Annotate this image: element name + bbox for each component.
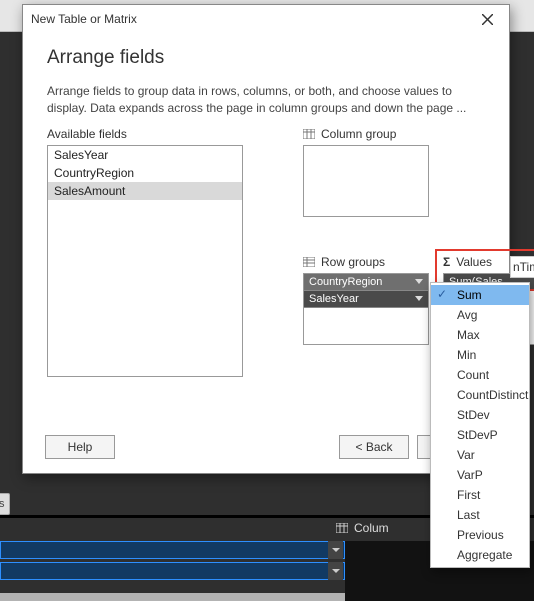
field-chip[interactable]: SalesYear bbox=[304, 291, 428, 308]
background-field-row-1[interactable] bbox=[0, 541, 345, 559]
menu-item-count[interactable]: Count bbox=[431, 365, 529, 385]
background-field-dropdown-1[interactable] bbox=[328, 541, 343, 559]
background-column-label: Colum bbox=[336, 521, 389, 535]
chevron-down-icon bbox=[415, 296, 423, 301]
back-button[interactable]: < Back bbox=[339, 435, 409, 459]
list-item[interactable]: SalesAmount bbox=[48, 182, 242, 200]
menu-item-last[interactable]: Last bbox=[431, 505, 529, 525]
menu-item-varp[interactable]: VarP bbox=[431, 465, 529, 485]
row-groups-box[interactable]: CountryRegion SalesYear bbox=[303, 273, 429, 345]
background-peek: nTime bbox=[510, 256, 534, 278]
available-fields-list[interactable]: SalesYear CountryRegion SalesAmount bbox=[47, 145, 243, 377]
window-title: New Table or Matrix bbox=[31, 12, 137, 26]
menu-item-min[interactable]: Min bbox=[431, 345, 529, 365]
menu-item-var[interactable]: Var bbox=[431, 445, 529, 465]
values-label: Σ Values bbox=[443, 255, 492, 269]
menu-item-countdistinct[interactable]: CountDistinct bbox=[431, 385, 529, 405]
column-groups-label: Column group bbox=[303, 127, 396, 141]
menu-item-max[interactable]: Max bbox=[431, 325, 529, 345]
row-groups-label: Row groups bbox=[303, 255, 385, 269]
close-icon bbox=[482, 14, 493, 25]
table-icon bbox=[336, 523, 348, 533]
available-fields-label: Available fields bbox=[47, 127, 243, 141]
column-groups-box[interactable] bbox=[303, 145, 429, 217]
menu-item-first[interactable]: First bbox=[431, 485, 529, 505]
aggregate-menu: Sum Avg Max Min Count CountDistinct StDe… bbox=[430, 282, 530, 568]
menu-item-avg[interactable]: Avg bbox=[431, 305, 529, 325]
step-heading: Arrange fields bbox=[47, 47, 485, 69]
background-field-dropdown-2[interactable] bbox=[328, 562, 343, 580]
list-item[interactable]: SalesYear bbox=[48, 146, 242, 164]
menu-item-aggregate[interactable]: Aggregate bbox=[431, 545, 529, 565]
background-tab[interactable]: s bbox=[0, 493, 10, 515]
title-bar: New Table or Matrix bbox=[23, 5, 509, 33]
menu-item-stdevp[interactable]: StDevP bbox=[431, 425, 529, 445]
field-chip[interactable]: CountryRegion bbox=[304, 274, 428, 291]
menu-item-stdev[interactable]: StDev bbox=[431, 405, 529, 425]
chevron-down-icon bbox=[415, 279, 423, 284]
background-field-row-2[interactable] bbox=[0, 562, 345, 580]
help-button[interactable]: Help bbox=[45, 435, 115, 459]
close-button[interactable] bbox=[473, 7, 501, 31]
step-description: Arrange fields to group data in rows, co… bbox=[47, 83, 485, 117]
list-item[interactable]: CountryRegion bbox=[48, 164, 242, 182]
table-icon bbox=[303, 257, 315, 267]
menu-item-sum[interactable]: Sum bbox=[431, 285, 529, 305]
sigma-icon: Σ bbox=[443, 255, 450, 269]
menu-item-previous[interactable]: Previous bbox=[431, 525, 529, 545]
table-icon bbox=[303, 129, 315, 139]
